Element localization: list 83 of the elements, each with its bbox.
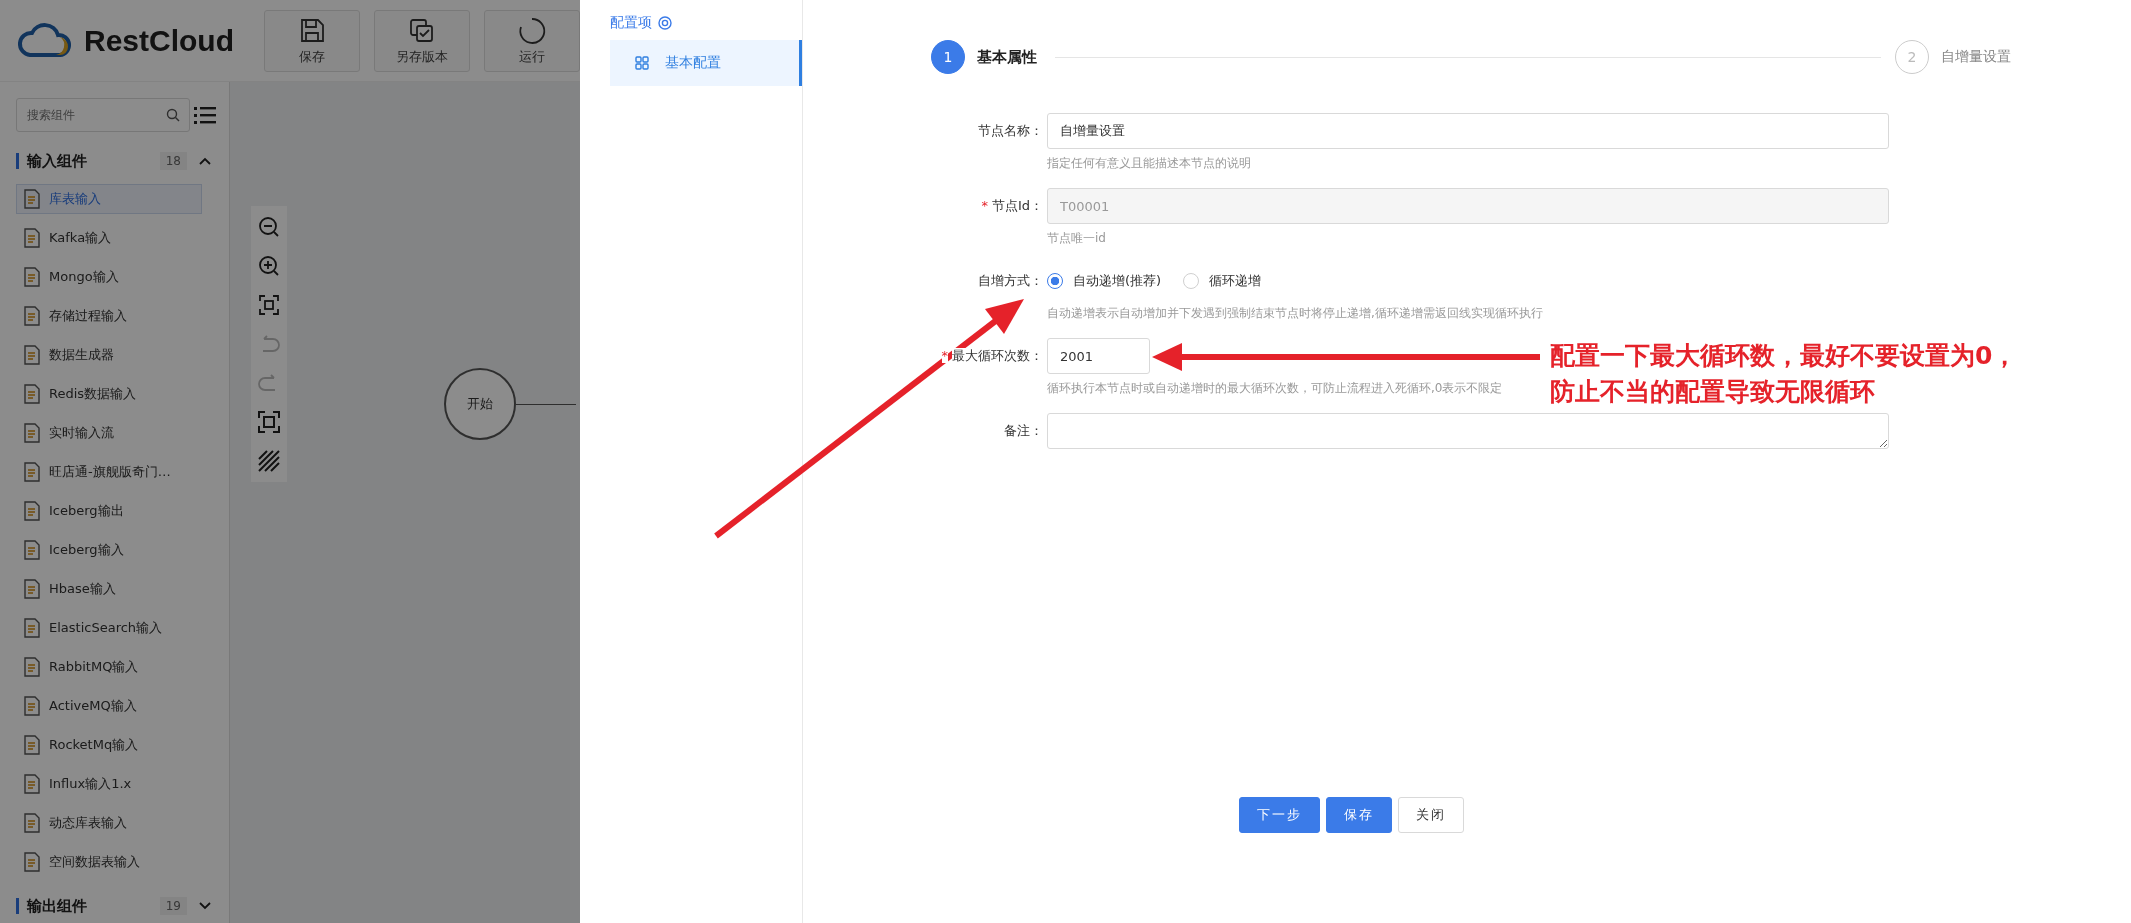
- document-icon: [23, 228, 41, 248]
- toolbar-button[interactable]: 运行: [484, 9, 580, 72]
- group-marker: [16, 898, 19, 914]
- component-item[interactable]: RabbitMQ输入: [16, 652, 202, 682]
- fullscreen-icon[interactable]: [258, 411, 280, 433]
- component-item[interactable]: ActiveMQ输入: [16, 691, 202, 721]
- group-title: 输入组件: [27, 151, 88, 171]
- step-title: 自增量设置: [1941, 48, 2011, 66]
- chevron-icon[interactable]: [199, 902, 211, 910]
- component-item[interactable]: 库表输入: [16, 184, 202, 214]
- component-item[interactable]: 数据生成器: [16, 340, 202, 370]
- component-item[interactable]: Influx输入1.x: [16, 769, 202, 799]
- toolbar-button[interactable]: 保存: [264, 9, 360, 72]
- document-icon: [23, 501, 41, 521]
- connector-line: [516, 403, 576, 405]
- document-icon: [23, 852, 41, 872]
- document-icon: [23, 306, 41, 326]
- toolbar-button[interactable]: 另存版本: [374, 9, 470, 72]
- count-badge: 18: [159, 152, 187, 170]
- help-text: 循环执行本节点时或自动递增时的最大循环次数，可防止流程进入死循环,0表示不限定: [1047, 380, 1503, 397]
- menu-title: 配置项: [610, 14, 652, 32]
- component-item[interactable]: RocketMq输入: [16, 730, 202, 760]
- component-item[interactable]: Iceberg输出: [16, 496, 202, 526]
- notes-field[interactable]: [1047, 413, 1889, 449]
- radio-option[interactable]: 自动递增(推荐): [1047, 272, 1162, 290]
- component-item[interactable]: Iceberg输入: [16, 535, 202, 565]
- group-marker: [16, 153, 19, 169]
- radio-label: 自动递增(推荐): [1073, 272, 1162, 290]
- text-field[interactable]: 自增量设置: [1047, 113, 1889, 149]
- radio-option[interactable]: 循环递增: [1183, 272, 1262, 290]
- fit-view-icon[interactable]: [258, 294, 280, 316]
- action-button[interactable]: 关闭: [1398, 797, 1464, 833]
- help-text: 节点唯一id: [1047, 230, 1106, 247]
- document-icon: [23, 384, 41, 404]
- document-icon: [23, 813, 41, 833]
- action-button[interactable]: 保存: [1326, 797, 1392, 833]
- text-field[interactable]: 2001: [1047, 338, 1150, 374]
- component-item[interactable]: 动态库表输入: [16, 808, 202, 838]
- document-icon: [23, 735, 41, 755]
- radio-label: 循环递增: [1209, 272, 1262, 290]
- radio-button[interactable]: [1047, 273, 1063, 289]
- hatch-pattern-icon[interactable]: [258, 450, 280, 472]
- menu-item[interactable]: 基本配置: [610, 40, 802, 86]
- document-icon: [23, 540, 41, 560]
- annotation-text: 配置一下最大循环数，最好不要设置为0， 防止不当的配置导致无限循环: [1550, 340, 2018, 408]
- component-item[interactable]: 存储过程输入: [16, 301, 202, 331]
- document-icon: [23, 189, 41, 209]
- document-icon: [23, 462, 41, 482]
- component-item[interactable]: Hbase输入: [16, 574, 202, 604]
- document-icon: [23, 423, 41, 443]
- document-icon: [23, 696, 41, 716]
- group-title: 输出组件: [27, 896, 88, 916]
- search-field[interactable]: 搜索组件: [16, 98, 190, 132]
- text-field: T00001: [1047, 188, 1889, 224]
- required-mark: *: [941, 348, 948, 363]
- component-item[interactable]: Mongo输入: [16, 262, 202, 292]
- document-icon: [23, 618, 41, 638]
- count-badge: 19: [159, 897, 187, 915]
- list-menu-icon[interactable]: [194, 105, 216, 125]
- document-icon: [23, 579, 41, 599]
- component-item[interactable]: Redis数据输入: [16, 379, 202, 409]
- target-icon: [658, 16, 672, 30]
- component-item[interactable]: 实时输入流: [16, 418, 202, 448]
- component-item[interactable]: ElasticSearch输入: [16, 613, 202, 643]
- component-item[interactable]: 旺店通-旗舰版奇门…: [16, 457, 202, 487]
- chevron-icon[interactable]: [199, 157, 211, 165]
- component-item[interactable]: 空间数据表输入: [16, 847, 202, 877]
- grid-icon: [635, 56, 649, 70]
- logo-text: RestCloud: [84, 23, 234, 58]
- search-icon: [166, 108, 180, 122]
- step-title: 基本属性: [977, 47, 1037, 67]
- action-button[interactable]: 下一步: [1239, 797, 1320, 833]
- help-text: 自动递增表示自动增加并下发遇到强制结束节点时将停止递增,循环递增需返回线实现循环执行: [1047, 305, 1543, 322]
- component-item[interactable]: Kafka输入: [16, 223, 202, 253]
- document-icon: [23, 345, 41, 365]
- help-text: 指定任何有意义且能描述本节点的说明: [1047, 155, 1251, 172]
- document-icon: [23, 657, 41, 677]
- zoom-out-icon[interactable]: [258, 216, 280, 238]
- start-node[interactable]: 开始: [444, 368, 516, 440]
- zoom-in-icon[interactable]: [258, 255, 280, 277]
- document-icon: [23, 267, 41, 287]
- document-icon: [23, 774, 41, 794]
- step-number: 1: [931, 40, 965, 74]
